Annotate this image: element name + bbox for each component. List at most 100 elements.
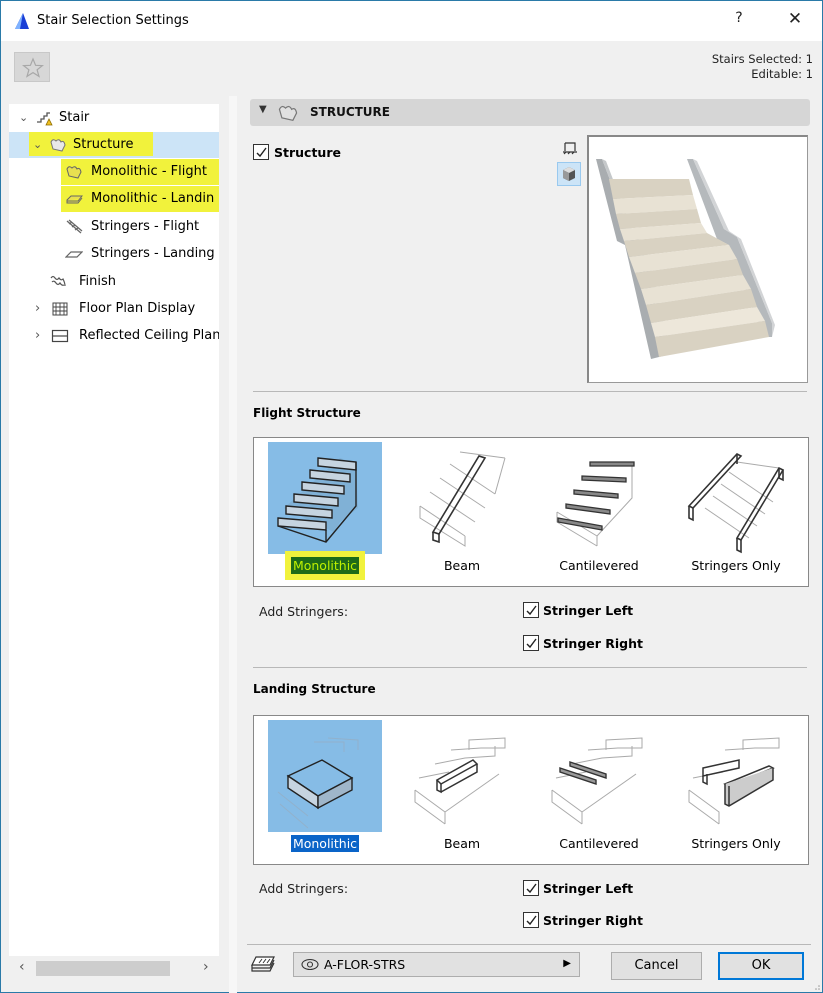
cancel-button[interactable]: Cancel [611,952,702,980]
beam-landing-icon [414,737,506,825]
title-bar: Stair Selection Settings ? ✕ [1,1,822,41]
chevron-right-icon[interactable]: › [35,323,47,349]
floor-plan-icon [52,302,68,316]
option-label: Monolithic [290,835,360,852]
landing-stringers-only-thumbnail [679,720,793,832]
scroll-thumb[interactable] [36,961,170,976]
tree-item-reflected-ceiling-plan[interactable]: › Reflected Ceiling Plan [9,323,219,349]
star-icon [22,57,44,78]
tree-item-label: Stringers - Flight [91,219,200,234]
structure-section-header[interactable]: ▼ STRUCTURE [250,99,810,126]
divider [253,391,807,392]
flight-option-monolithic[interactable]: Monolithic [268,438,384,586]
tree-item-finish[interactable]: Finish [9,269,219,295]
monolithic-flight-icon [66,166,82,179]
settings-tree: ⌄ Stair ⌄ Structure Monolithic - Flight [9,104,219,956]
flight-stringer-right-checkbox[interactable] [523,635,539,651]
structure-icon [50,139,66,152]
cube-icon [563,167,575,181]
scroll-right-arrow[interactable]: › [203,959,209,975]
landing-structure-options: Monolithic Beam Cantilevered Stringers O… [253,715,809,865]
scroll-left-arrow[interactable]: ‹ [19,959,25,975]
checkmark-icon [526,605,537,616]
tree-item-structure[interactable]: ⌄ Structure [9,132,219,158]
option-label: Stringers Only [691,558,781,573]
flight-add-stringers-label: Add Stringers: [259,604,349,619]
chevron-down-icon[interactable]: ⌄ [19,105,31,131]
tree-item-label: Monolithic - Flight [91,164,207,179]
archicad-app-icon [15,13,29,29]
3d-view-button[interactable] [557,162,581,186]
tree-item-stringers-flight[interactable]: Stringers - Flight [9,214,219,240]
flight-option-beam[interactable]: Beam [405,438,521,586]
chevron-right-icon[interactable]: › [35,296,47,322]
divider [253,667,807,668]
tree-item-monolithic-landing[interactable]: Monolithic - Landin [9,186,219,212]
ceiling-plan-icon [51,329,69,343]
landing-stringer-left-checkbox[interactable] [523,880,539,896]
tree-item-stair[interactable]: ⌄ Stair [9,105,219,131]
structure-checkbox[interactable] [253,144,269,160]
stringers-landing-icon [65,251,83,258]
option-label: Beam [443,836,481,851]
tree-item-label: Stringers - Landing [91,246,215,261]
landing-cantilevered-thumbnail [542,720,656,832]
landing-option-stringers-only[interactable]: Stringers Only [679,716,795,864]
structure-icon [278,105,298,122]
finish-icon [50,275,66,287]
landing-stringer-right-checkbox[interactable] [523,912,539,928]
tree-item-stringers-landing[interactable]: Stringers - Landing [9,241,219,267]
cantilevered-flight-icon [556,461,635,547]
help-button[interactable]: ? [729,10,749,32]
collapse-triangle-icon[interactable]: ▼ [259,104,267,115]
stringers-only-flight-icon [687,453,785,554]
divider [247,944,811,945]
option-label: Cantilevered [559,558,639,573]
flight-beam-thumbnail [405,442,519,554]
checkmark-icon [526,915,537,926]
cantilevered-landing-icon [551,737,643,825]
flight-structure-options: Monolithic Beam Cantilevered Stringers O… [253,437,809,587]
chevron-down-icon[interactable]: ⌄ [33,132,45,158]
checkmark-icon [256,147,267,158]
checkmark-icon [526,883,537,894]
tree-horizontal-scrollbar[interactable]: ‹ › [9,956,219,982]
stairs-selected-count: Stairs Selected: 1 [711,52,813,66]
flight-stringer-right-label: Stringer Right [543,636,643,651]
flight-stringer-left-checkbox[interactable] [523,602,539,618]
tree-item-monolithic-flight[interactable]: Monolithic - Flight [9,159,219,185]
option-label: Beam [443,558,481,573]
tree-item-label: Floor Plan Display [79,301,196,316]
close-button[interactable]: ✕ [781,9,809,33]
pane-splitter[interactable] [229,96,237,993]
landing-structure-label: Landing Structure [253,682,376,696]
tree-item-floor-plan-display[interactable]: › Floor Plan Display [9,296,219,322]
ok-button[interactable]: OK [718,952,804,980]
flight-option-stringers-only[interactable]: Stringers Only [679,438,795,586]
editable-count: Editable: 1 [751,67,813,81]
stair-3d-preview [587,135,808,383]
flight-stringers-only-thumbnail [679,442,793,554]
landing-beam-thumbnail [405,720,519,832]
flight-cantilevered-thumbnail [542,442,656,554]
tree-item-label: Reflected Ceiling Plan [79,328,219,343]
resize-grip-icon[interactable] [812,982,820,990]
tree-item-label: Stair [59,110,90,125]
layer-selector[interactable]: A-FLOR-STRS ▶ [293,952,580,977]
stair-icon [37,112,53,126]
layers-icon [251,956,275,972]
flight-structure-label: Flight Structure [253,406,361,420]
landing-monolithic-thumbnail [268,720,382,832]
landing-option-beam[interactable]: Beam [405,716,521,864]
landing-option-cantilevered[interactable]: Cantilevered [542,716,658,864]
favorites-button[interactable] [14,52,50,82]
landing-add-stringers-label: Add Stringers: [259,881,349,896]
flight-option-cantilevered[interactable]: Cantilevered [542,438,658,586]
landing-option-monolithic[interactable]: Monolithic [268,716,384,864]
tree-item-label: Monolithic - Landin [91,191,215,206]
beam-flight-icon [419,451,506,547]
flight-stringer-left-label: Stringer Left [543,603,634,618]
eye-icon [301,958,319,971]
option-label: Cantilevered [559,836,639,851]
plan-view-button[interactable] [558,139,582,163]
